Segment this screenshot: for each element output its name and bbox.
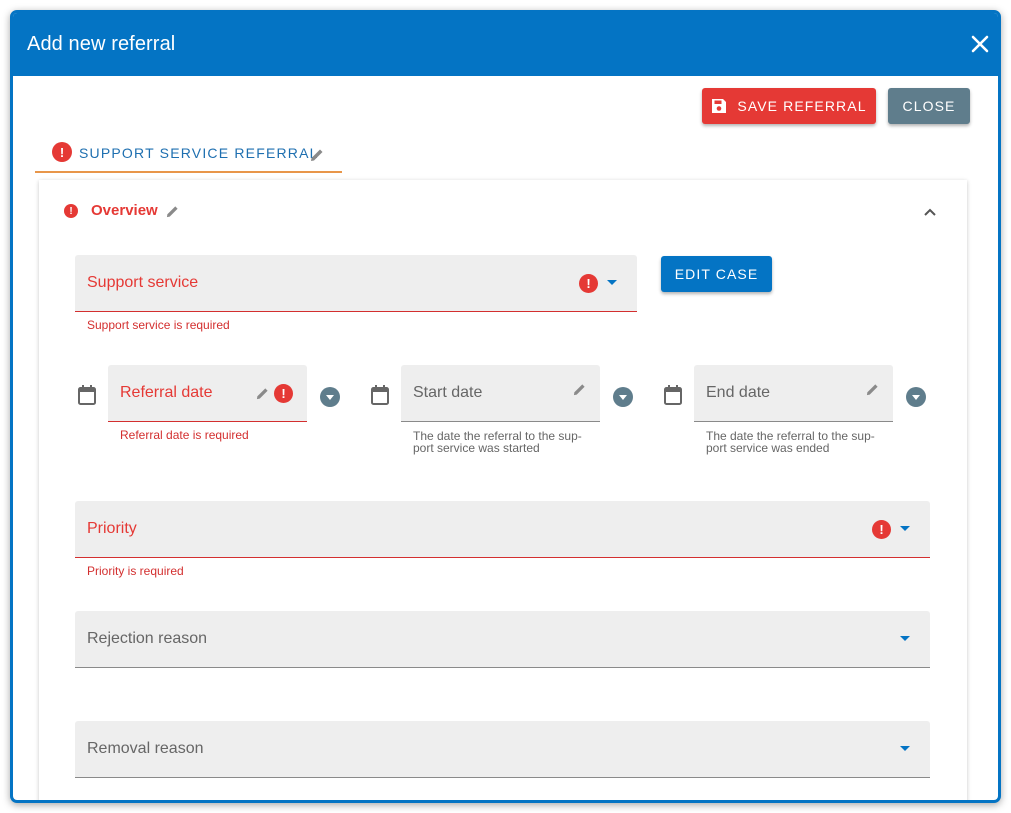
end-date-dropdown-button[interactable]: [906, 387, 926, 407]
pencil-icon: [573, 384, 585, 396]
start-date-field[interactable]: Start date: [401, 365, 600, 422]
chevron-down-icon: [900, 746, 910, 751]
error-icon: !: [52, 142, 72, 162]
referral-date-dropdown-button[interactable]: [320, 387, 340, 407]
support-service-select[interactable]: Support service !: [75, 255, 637, 312]
chevron-down-icon: [900, 526, 910, 531]
start-date-dropdown-button[interactable]: [613, 387, 633, 407]
chevron-down-icon: [326, 395, 334, 400]
error-icon: !: [274, 384, 293, 403]
end-date-label: End date: [706, 384, 771, 401]
close-button[interactable]: CLOSE: [888, 88, 970, 124]
pencil-icon[interactable]: [310, 148, 324, 162]
chevron-up-icon[interactable]: [923, 205, 937, 219]
close-icon[interactable]: [970, 33, 990, 55]
support-service-error: Support service is required: [87, 318, 230, 332]
chevron-down-icon: [912, 395, 920, 400]
pencil-icon: [256, 388, 268, 400]
edit-case-button[interactable]: EDIT CASE: [661, 256, 772, 292]
close-label: CLOSE: [902, 98, 956, 114]
calendar-icon[interactable]: [78, 385, 96, 405]
overview-error-icon: !: [64, 204, 78, 218]
dialog-titlebar: Add new referral: [13, 13, 998, 76]
save-icon: [712, 99, 727, 113]
dialog-title: Add new referral: [27, 33, 176, 55]
chevron-down-icon: [900, 636, 910, 641]
pencil-icon[interactable]: [166, 205, 179, 218]
tab-label: SUPPORT SERVICE REFERRAL: [79, 145, 319, 161]
chevron-down-icon: [619, 395, 627, 400]
start-date-hint: The date the referral to the sup-port se…: [413, 429, 582, 455]
save-referral-button[interactable]: SAVE REFERRAL: [702, 88, 876, 124]
error-icon: !: [579, 274, 598, 293]
rejection-reason-label: Rejection reason: [87, 630, 208, 647]
referral-date-field[interactable]: Referral date !: [108, 365, 307, 422]
removal-reason-label: Removal reason: [87, 740, 204, 757]
tab-support-service-referral[interactable]: ! SUPPORT SERVICE REFERRAL: [35, 137, 342, 173]
calendar-icon[interactable]: [664, 385, 682, 405]
start-date-label: Start date: [413, 384, 483, 401]
add-referral-dialog: Add new referral SAVE REFERRAL CLOSE ! S…: [10, 10, 1001, 803]
error-icon: !: [872, 520, 891, 539]
end-date-field[interactable]: End date: [694, 365, 893, 422]
referral-date-label: Referral date: [120, 384, 213, 401]
section-title: Overview: [91, 202, 158, 219]
end-date-hint: The date the referral to the sup-port se…: [706, 429, 875, 455]
calendar-icon[interactable]: [371, 385, 389, 405]
pencil-icon: [866, 384, 878, 396]
priority-error: Priority is required: [87, 564, 184, 578]
save-referral-label: SAVE REFERRAL: [737, 98, 867, 114]
removal-reason-select[interactable]: Removal reason: [75, 721, 930, 778]
priority-select[interactable]: Priority !: [75, 501, 930, 558]
referral-date-error: Referral date is required: [120, 428, 249, 442]
rejection-reason-select[interactable]: Rejection reason: [75, 611, 930, 668]
support-service-label: Support service: [87, 274, 199, 291]
edit-case-label: EDIT CASE: [674, 266, 759, 282]
chevron-down-icon: [607, 280, 617, 285]
priority-label: Priority: [87, 520, 137, 537]
